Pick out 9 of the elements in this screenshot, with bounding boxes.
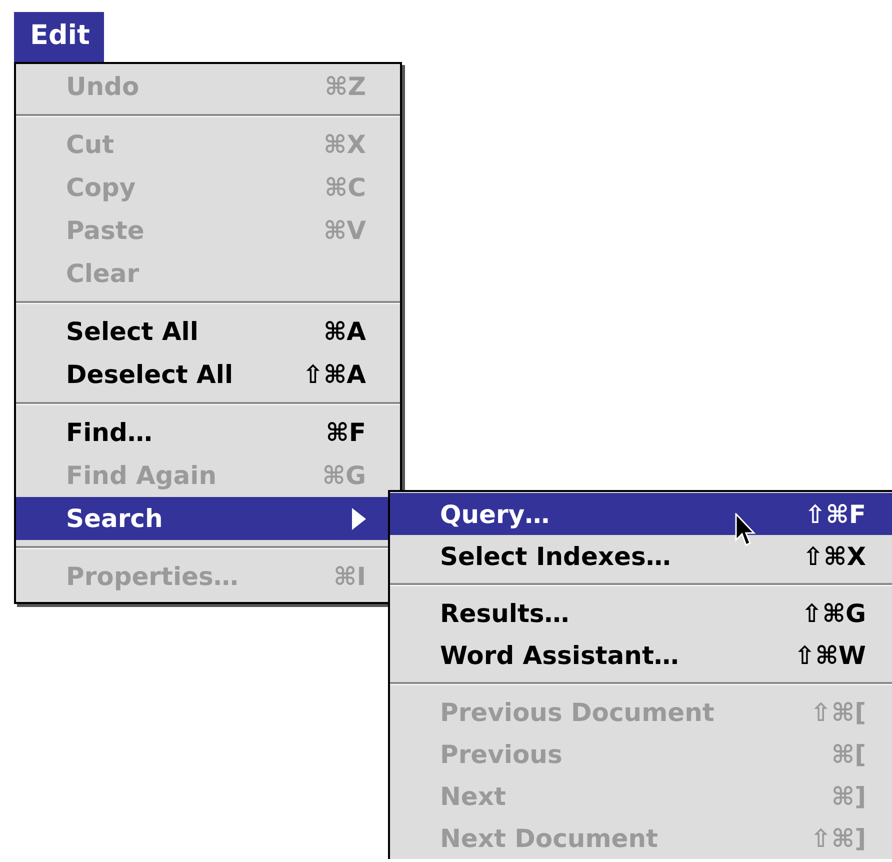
menu-item[interactable]: Results… ⇧⌘G	[390, 592, 892, 634]
menu-item[interactable]: Find… ⌘F	[16, 411, 400, 454]
menu-title[interactable]: Edit	[14, 12, 104, 62]
submenu-arrow-icon	[352, 508, 366, 530]
menu-item[interactable]: Word Assistant… ⇧⌘W	[390, 634, 892, 676]
menu-item[interactable]: Query… ⇧⌘F	[390, 493, 892, 535]
pointer-cursor-icon	[735, 513, 757, 547]
menu-item[interactable]: Select All ⌘A	[16, 310, 400, 353]
menu-item[interactable]: Deselect All ⇧⌘A	[16, 353, 400, 396]
